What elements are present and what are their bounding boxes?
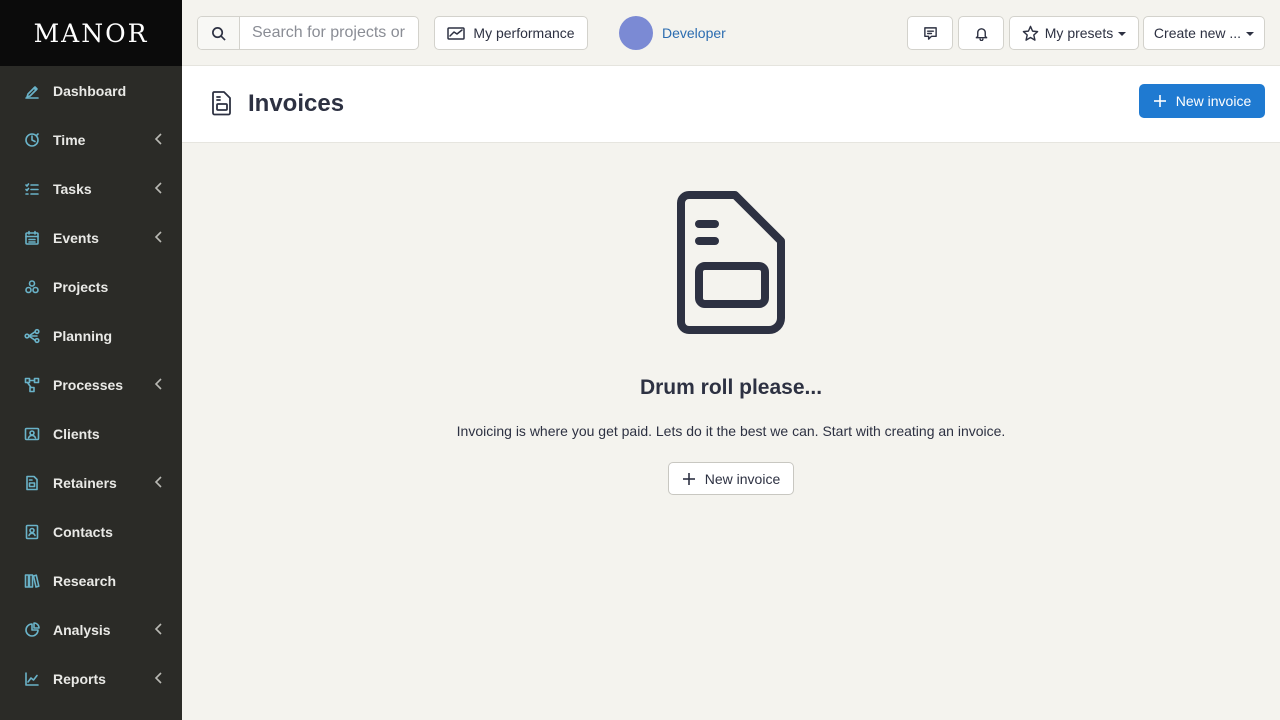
- page-title: Invoices: [248, 90, 345, 117]
- sidebar-item-label: Time: [53, 131, 86, 148]
- sidebar-item-planning[interactable]: Planning: [0, 311, 182, 360]
- new-invoice-button[interactable]: New invoice: [1139, 84, 1265, 118]
- retainers-icon: [24, 475, 40, 491]
- sidebar-item-label: Clients: [53, 425, 100, 442]
- empty-state: Drum roll please... Invoicing is where y…: [182, 143, 1280, 720]
- tasks-icon: [24, 181, 40, 197]
- clock-icon: [24, 132, 40, 148]
- calendar-icon: [24, 230, 40, 246]
- bell-icon: [975, 27, 987, 41]
- my-performance-label: My performance: [473, 25, 575, 41]
- sidebar-item-projects[interactable]: Projects: [0, 262, 182, 311]
- sidebar-item-label: Analysis: [53, 621, 111, 638]
- sidebar-item-tasks[interactable]: Tasks: [0, 164, 182, 213]
- plus-icon: [1153, 95, 1166, 107]
- my-presets-label: My presets: [1044, 25, 1114, 41]
- sidebar-item-label: Tasks: [53, 180, 92, 197]
- new-invoice-label: New invoice: [704, 470, 781, 487]
- contacts-icon: [24, 524, 40, 540]
- messages-button[interactable]: [907, 16, 953, 50]
- sidebar-item-label: Planning: [53, 327, 113, 344]
- new-invoice-button-secondary[interactable]: New invoice: [668, 462, 794, 495]
- sidebar-nav: Dashboard Time Tasks Events Projects Planning…: [0, 66, 182, 703]
- planning-icon: [24, 328, 40, 344]
- sidebar-item-label: Retainers: [53, 474, 117, 491]
- sidebar-item-analysis[interactable]: Analysis: [0, 605, 182, 654]
- sidebar-item-label: Events: [53, 229, 99, 246]
- notifications-button[interactable]: [958, 16, 1004, 50]
- sidebar-item-label: Contacts: [53, 523, 113, 540]
- sidebar: MANOR Dashboard Time Tasks Events Projects Pl…: [0, 0, 182, 720]
- chevron-left-icon[interactable]: [154, 377, 164, 393]
- sidebar-item-label: Dashboard: [53, 82, 127, 99]
- sidebar-item-time[interactable]: Time: [0, 115, 182, 164]
- sidebar-item-clients[interactable]: Clients: [0, 409, 182, 458]
- sidebar-item-processes[interactable]: Processes: [0, 360, 182, 409]
- new-invoice-label: New invoice: [1175, 93, 1252, 109]
- chevron-left-icon[interactable]: [154, 671, 164, 687]
- invoice-illustration-icon: [677, 191, 785, 334]
- sidebar-item-label: Processes: [53, 376, 124, 393]
- avatar: [619, 16, 653, 50]
- sidebar-item-contacts[interactable]: Contacts: [0, 507, 182, 556]
- star-icon: [1022, 25, 1039, 41]
- sidebar-item-label: Research: [53, 572, 117, 589]
- performance-icon: [447, 27, 466, 40]
- sidebar-item-dashboard[interactable]: Dashboard: [0, 66, 182, 115]
- search-button[interactable]: [198, 17, 240, 49]
- brand-logo[interactable]: MANOR: [0, 0, 182, 66]
- my-performance-button[interactable]: My performance: [434, 16, 588, 50]
- sidebar-item-label: Projects: [53, 278, 109, 295]
- chevron-left-icon[interactable]: [154, 622, 164, 638]
- user-menu[interactable]: Developer: [619, 16, 726, 50]
- projects-icon: [24, 279, 40, 295]
- search-input[interactable]: [240, 17, 410, 49]
- page-header: Invoices New invoice: [182, 66, 1280, 143]
- chevron-left-icon[interactable]: [154, 132, 164, 148]
- sidebar-item-reports[interactable]: Reports: [0, 654, 182, 703]
- search-box: [197, 16, 419, 50]
- chevron-left-icon[interactable]: [154, 181, 164, 197]
- invoice-icon: [211, 90, 233, 121]
- caret-down-icon: [1118, 32, 1127, 36]
- dashboard-icon: [24, 83, 40, 99]
- create-new-dropdown[interactable]: Create new ...: [1143, 16, 1265, 50]
- empty-state-text: Invoicing is where you get paid. Lets do…: [456, 423, 1006, 439]
- sidebar-item-label: Reports: [53, 670, 106, 687]
- chat-icon: [923, 26, 937, 40]
- sidebar-item-research[interactable]: Research: [0, 556, 182, 605]
- research-icon: [24, 573, 40, 589]
- chevron-left-icon[interactable]: [154, 475, 164, 491]
- caret-down-icon: [1246, 32, 1255, 36]
- clients-icon: [24, 426, 40, 442]
- top-bar: My performance Developer My presets Crea…: [182, 0, 1280, 66]
- sidebar-item-events[interactable]: Events: [0, 213, 182, 262]
- processes-icon: [24, 377, 40, 393]
- sidebar-item-retainers[interactable]: Retainers: [0, 458, 182, 507]
- my-presets-dropdown[interactable]: My presets: [1009, 16, 1139, 50]
- empty-state-title: Drum roll please...: [639, 376, 823, 399]
- chevron-left-icon[interactable]: [154, 230, 164, 246]
- create-new-label: Create new ...: [1153, 25, 1242, 41]
- reports-icon: [24, 671, 40, 687]
- user-name: Developer: [662, 25, 726, 41]
- plus-icon: [682, 472, 695, 485]
- analysis-icon: [24, 621, 40, 638]
- search-icon: [212, 26, 226, 41]
